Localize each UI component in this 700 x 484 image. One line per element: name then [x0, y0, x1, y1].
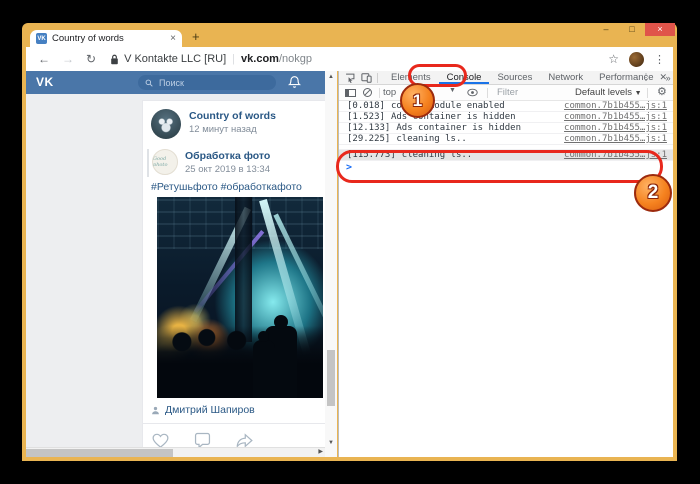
console-message: [0.018]common module enabled common.7b1b…	[339, 101, 673, 112]
back-icon[interactable]: ←	[38, 52, 50, 66]
photo-author-row: Дмитрий Шапиров	[151, 404, 255, 416]
log-time: [12.133]	[347, 123, 390, 133]
tab-title: Country of words	[52, 33, 170, 44]
live-expression-eye-icon[interactable]	[467, 88, 478, 97]
omnibox[interactable]: V Kontakte LLC [RU] | vk.com /nokgp	[110, 53, 312, 65]
close-window-button[interactable]: ×	[645, 23, 675, 36]
repost-date: 25 окт 2019 в 13:34	[185, 164, 270, 175]
log-time: [29.225]	[347, 134, 390, 144]
chevron-down-icon: ▼	[635, 90, 642, 97]
toolbar-separator	[379, 88, 380, 98]
post-hashtags[interactable]: #Ретушьфото #обработкафото	[151, 181, 302, 193]
forward-icon[interactable]: →	[62, 52, 74, 66]
repost-indicator	[147, 149, 149, 177]
browser-tab[interactable]: VK Country of words ×	[30, 30, 182, 47]
step-marker-1: 1	[400, 83, 435, 118]
group-name-link[interactable]: Country of words	[189, 110, 276, 122]
scroll-up-arrow[interactable]: ▲	[325, 74, 337, 80]
vk-search-field[interactable]	[138, 75, 276, 90]
screenshot-stage: { "browser": { "favicon_text": "VK", "ta…	[0, 0, 700, 484]
photo-person-silhouette	[253, 340, 275, 398]
clear-console-icon[interactable]	[363, 88, 372, 97]
toolbar-right: ☆ ⋮	[608, 52, 673, 67]
card-divider	[143, 423, 325, 424]
log-source-link[interactable]: common.7b1b455…js:1	[564, 101, 667, 112]
chevron-down-icon[interactable]: ▼	[449, 87, 456, 94]
vk-search-input[interactable]	[157, 77, 257, 89]
log-text: Ads container is hidden	[396, 123, 521, 133]
tabbar-separator	[377, 73, 378, 83]
group-avatar[interactable]	[151, 109, 181, 139]
log-time: [0.018]	[347, 101, 385, 111]
toolbar-separator	[487, 88, 488, 98]
new-tab-button[interactable]: +	[192, 29, 200, 44]
repost-group-link[interactable]: Обработка фото	[185, 150, 270, 162]
console-settings-gear-icon[interactable]: ⚙	[657, 85, 667, 98]
tab-sources[interactable]: Sources	[489, 71, 540, 84]
console-message: [12.133] Ads container is hidden common.7…	[339, 123, 673, 134]
tab-close-icon[interactable]: ×	[170, 34, 176, 44]
console-sidebar-icon[interactable]	[345, 89, 356, 97]
notifications-bell-icon[interactable]	[288, 75, 301, 89]
padlock-icon	[110, 54, 119, 65]
author-icon	[151, 406, 160, 415]
window-controls: – □ ×	[593, 23, 675, 36]
log-levels-dropdown[interactable]: Default levels ▼	[575, 87, 642, 98]
inspect-element-icon[interactable]	[345, 73, 355, 83]
bookmark-star-icon[interactable]: ☆	[608, 52, 619, 66]
vk-header: VK	[26, 71, 325, 94]
scroll-right-arrow[interactable]: ▶	[318, 448, 323, 457]
annotation-box-console-input	[336, 150, 663, 183]
post-photo[interactable]	[157, 197, 323, 398]
photo-crowd-silhouette	[157, 326, 323, 398]
maximize-button[interactable]: □	[619, 23, 645, 36]
log-source-link[interactable]: common.7b1b455…js:1	[564, 112, 667, 123]
console-toolbar: top ▼ Default levels ▼ ⚙	[339, 85, 673, 101]
device-toolbar-icon[interactable]	[361, 73, 372, 83]
toolbar-separator	[647, 88, 648, 98]
browser-window: VK Country of words × + – □ × ← → ↻ V Ko…	[22, 23, 677, 461]
security-chip[interactable]: V Kontakte LLC [RU]	[124, 53, 226, 65]
vk-page: VK Country of words 12 минут назад Good	[26, 71, 325, 457]
minimize-button[interactable]: –	[593, 23, 619, 36]
devtools-close-icon[interactable]: ✕	[659, 72, 667, 83]
console-message: [29.225] cleaning ls.. common.7b1b455…js:…	[339, 134, 673, 145]
url-domain: vk.com	[241, 53, 279, 65]
post-card: Country of words 12 минут назад Good pho…	[142, 100, 325, 454]
scroll-down-arrow[interactable]: ▼	[325, 440, 337, 446]
devtools-tabbar: Elements Console Sources Network Perform…	[339, 71, 673, 85]
console-filter-input[interactable]	[495, 86, 573, 99]
vertical-scrollbar-thumb[interactable]	[327, 350, 335, 406]
vertical-scrollbar[interactable]: ▲ ▼	[325, 71, 337, 457]
repost-avatar[interactable]: Good photo	[152, 149, 178, 175]
log-text: cleaning ls..	[396, 134, 466, 144]
devtools-panel: Elements Console Sources Network Perform…	[338, 71, 673, 457]
log-source-link[interactable]: common.7b1b455…js:1	[564, 134, 667, 145]
devtools-controls: ⋮ ✕	[641, 71, 673, 84]
log-time: [1.523]	[347, 112, 385, 122]
console-message: [1.523]Ads container is hidden common.7b…	[339, 112, 673, 123]
context-selector[interactable]: top	[383, 87, 396, 98]
search-icon	[145, 79, 153, 87]
chip-separator: |	[232, 53, 235, 65]
log-levels-label: Default levels	[575, 87, 632, 98]
devtools-menu-icon[interactable]: ⋮	[641, 72, 650, 83]
vk-logo[interactable]: VK	[36, 75, 54, 89]
log-source-link[interactable]: common.7b1b455…js:1	[564, 123, 667, 134]
step-marker-2: 2	[634, 174, 672, 212]
browser-menu-icon[interactable]: ⋮	[654, 53, 665, 66]
browser-toolbar: ← → ↻ V Kontakte LLC [RU] | vk.com /nokg…	[26, 47, 673, 71]
tab-network[interactable]: Network	[540, 71, 591, 84]
url-path: /nokgp	[279, 53, 312, 65]
post-timestamp: 12 минут назад	[189, 124, 257, 135]
photo-author-link[interactable]: Дмитрий Шапиров	[165, 404, 255, 416]
horizontal-scrollbar-thumb[interactable]	[26, 449, 173, 457]
reload-icon[interactable]: ↻	[86, 52, 96, 66]
horizontal-scrollbar[interactable]: ▶	[26, 447, 325, 457]
profile-avatar[interactable]	[629, 52, 644, 67]
vk-favicon: VK	[36, 33, 47, 44]
